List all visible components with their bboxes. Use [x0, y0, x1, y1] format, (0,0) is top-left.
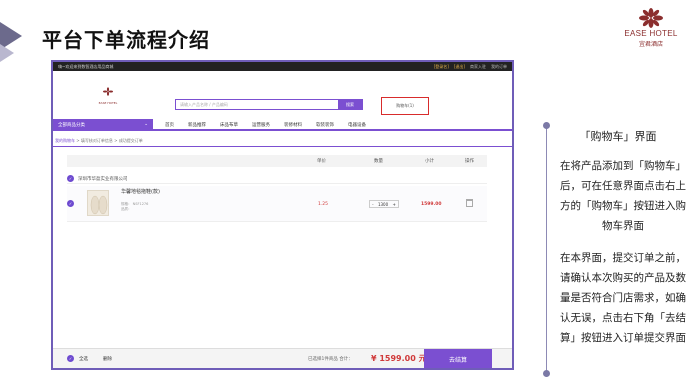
cart-button[interactable]: 购物车(1) [381, 97, 429, 115]
site-logo-icon [103, 87, 113, 96]
slipper-image-icon [90, 195, 108, 215]
shop-row: ✓ 深圳市华盈实业有限公司 [67, 174, 487, 184]
search-bar: 请输入产品名称 / 产品编码 搜索 [175, 99, 363, 110]
shop-checkbox[interactable]: ✓ [67, 175, 74, 182]
search-input[interactable]: 请输入产品名称 / 产品编码 [176, 100, 338, 109]
nav-item-home[interactable]: 首页 [165, 122, 174, 128]
breadcrumb: 我的购物车 > 填写核对订单信息 > 成功提交订单 [55, 138, 143, 143]
header-price: 单价 [317, 159, 326, 164]
cart-table-header: 单价 数量 小计 操作 [67, 155, 487, 167]
product-thumbnail[interactable] [87, 190, 109, 216]
product-checkbox[interactable]: ✓ [67, 200, 74, 207]
breadcrumb-step-cart: 我的购物车 [55, 138, 75, 143]
total-amount: ¥ 1599.00 元 [371, 354, 427, 363]
chevron-down-icon: ⌄ [144, 122, 148, 127]
nav-item-bedding[interactable]: 床品布草 [220, 122, 238, 128]
checkout-button[interactable]: 去结算 [424, 349, 492, 368]
product-quality: 品质： [121, 207, 132, 211]
panel-paragraph-2: 在本界面，提交订单之前，请确认本次购买的产品及数量是否符合门店需求，如确认无误，… [560, 252, 686, 344]
topbar-link-logout[interactable]: [退出] [454, 64, 465, 70]
header-qty: 数量 [374, 159, 383, 164]
flower-logo-icon [639, 8, 663, 28]
selection-summary: 已选择1件商品 合计： [308, 357, 353, 362]
nav-item-decor[interactable]: 软装装饰 [316, 122, 334, 128]
table-row: ✓ 华馨地毯拖鞋(款) 规格： NSF1276 品质： 1.25 - 1300 … [67, 186, 487, 222]
category-menu-label: 全部商品分类 [58, 122, 85, 128]
product-meta: 规格： NSF1276 品质： [121, 202, 148, 212]
panel-title: 「购物车」界面 [579, 130, 657, 143]
header-action: 操作 [465, 159, 474, 164]
topbar-link-orders[interactable]: 我的订单 [491, 64, 507, 70]
product-price: 1.25 [318, 202, 329, 207]
delete-selected-button[interactable]: 删除 [103, 356, 112, 362]
nav-item-services[interactable]: 运营服务 [252, 122, 270, 128]
select-all-label[interactable]: 全选 [79, 356, 88, 362]
topbar-link-merchant[interactable]: 商家入驻 [470, 64, 486, 70]
site-topbar: 嗨~欢迎来到数智酒店用品商城 [登录名] [退出] 商家入驻 我的订单 [53, 62, 512, 71]
decorative-triangle-small [0, 44, 14, 62]
plus-icon[interactable]: + [392, 202, 395, 207]
breadcrumb-step-confirm: 填写核对订单信息 [80, 138, 113, 143]
cart-footer: ✓ 全选 删除 已选择1件商品 合计： ¥ 1599.00 元 去结算 [53, 348, 512, 368]
shop-name: 深圳市华盈实业有限公司 [78, 176, 128, 182]
timeline-line [546, 126, 547, 374]
nav-item-appliances[interactable]: 电器设备 [348, 122, 366, 128]
main-nav: 全部商品分类 ⌄ 首页 新品推荐 床品布草 运营服务 装修材料 软装装饰 电器设… [53, 119, 512, 131]
site-logo[interactable]: EASE HOTEL [93, 81, 123, 105]
site-logo-text: EASE HOTEL [98, 101, 118, 105]
welcome-text: 嗨~欢迎来到数智酒店用品商城 [58, 63, 114, 69]
product-subtotal: 1599.00 [421, 202, 442, 207]
timeline-dot-bottom [543, 370, 550, 377]
quantity-value[interactable]: 1300 [378, 202, 388, 207]
brand-name-en: EASE HOTEL [624, 29, 678, 38]
divider [53, 146, 512, 147]
search-button[interactable]: 搜索 [338, 100, 362, 109]
header-subtotal: 小计 [425, 159, 434, 164]
product-name[interactable]: 华馨地毯拖鞋(款) [121, 188, 160, 195]
slide-title: 平台下单流程介绍 [42, 28, 210, 52]
trash-icon[interactable] [466, 199, 473, 207]
cart-page-screenshot: 嗨~欢迎来到数智酒店用品商城 [登录名] [退出] 商家入驻 我的订单 EASE… [51, 60, 514, 370]
brand-logo: EASE HOTEL 宜君酒店 [616, 8, 686, 48]
topbar-link-user[interactable]: [登录名] [434, 64, 449, 70]
nav-item-new[interactable]: 新品推荐 [188, 122, 206, 128]
minus-icon[interactable]: - [372, 202, 373, 207]
select-all-checkbox[interactable]: ✓ [67, 355, 74, 362]
nav-item-materials[interactable]: 装修材料 [284, 122, 302, 128]
brand-name-cn: 宜君酒店 [638, 41, 663, 48]
site-header: EASE HOTEL 请输入产品名称 / 产品编码 搜索 购物车(1) [53, 71, 512, 115]
panel-paragraph-1: 在将产品添加到「购物车」后，可在任意界面点击右上方的「购物车」按钮进入购物车界面 [560, 160, 686, 232]
quantity-stepper[interactable]: - 1300 + [369, 200, 399, 208]
breadcrumb-step-success: 成功提交订单 [118, 138, 143, 143]
category-menu[interactable]: 全部商品分类 ⌄ [53, 119, 153, 130]
